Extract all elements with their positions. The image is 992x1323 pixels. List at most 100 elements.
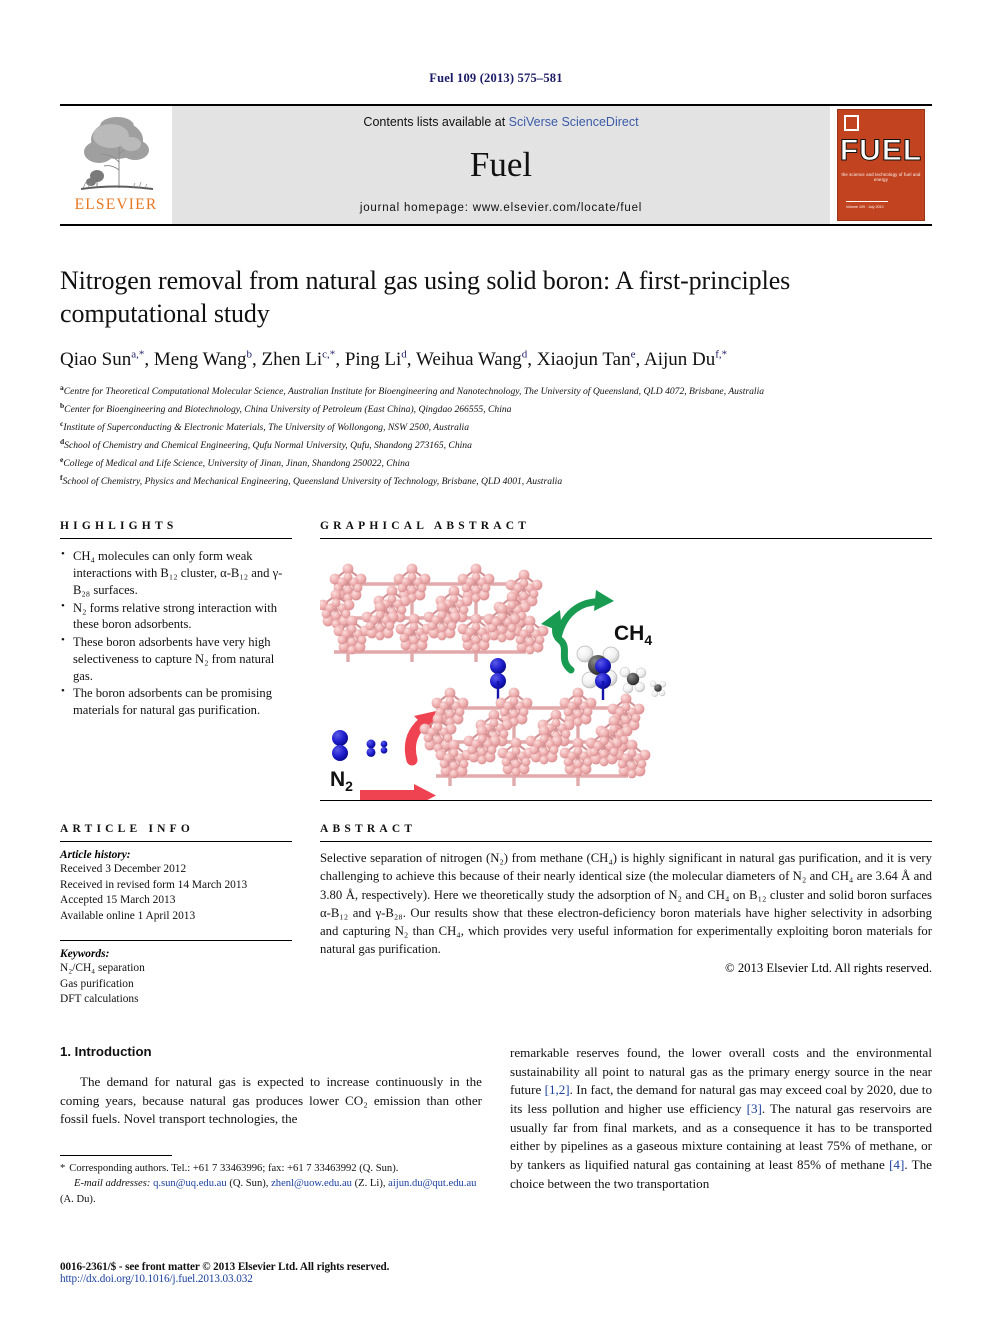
abstract-column: ABSTRACT Selective separation of nitroge…	[320, 823, 932, 1008]
highlight-item: N₂ forms relative strong interaction wit…	[61, 599, 292, 633]
sciencedirect-link[interactable]: SciVerse ScienceDirect	[509, 115, 639, 129]
author-name: Zhen Li	[261, 348, 323, 370]
journal-cover-block: FUEL the science and technology of fuel …	[830, 106, 932, 224]
n2-molecule-medium	[365, 739, 377, 759]
article-history-item: Accepted 15 March 2013	[60, 894, 176, 907]
cover-title: FUEL	[839, 134, 923, 167]
body-columns: 1. Introduction The demand for natural g…	[60, 1044, 932, 1207]
keyword-item: DFT calculations	[60, 993, 139, 1006]
journal-title: Fuel	[469, 145, 533, 184]
red-arrow-straight	[360, 784, 436, 801]
intro-paragraph-right: remarkable reserves found, the lower ove…	[510, 1044, 932, 1191]
title-block: Nitrogen removal from natural gas using …	[60, 226, 932, 490]
abstract-copyright: © 2013 Elsevier Ltd. All rights reserved…	[725, 960, 932, 975]
affiliation-item: dSchool of Chemistry and Chemical Engine…	[60, 437, 472, 452]
journal-masthead: ELSEVIER Contents lists available at Sci…	[60, 104, 932, 224]
footnote-corresponding-text: Corresponding authors. Tel.: +61 7 33463…	[69, 1162, 399, 1174]
elsevier-mini-icon	[844, 115, 859, 131]
abstract-text: Selective separation of nitrogen (N₂) fr…	[320, 851, 932, 956]
keywords-label: Keywords:	[60, 948, 110, 961]
graphical-abstract-bottom-rule	[320, 800, 932, 802]
journal-cover-image: FUEL the science and technology of fuel …	[837, 109, 925, 221]
affiliation-item: eCollege of Medical and Life Science, Un…	[60, 455, 410, 470]
upper-boron-slab	[320, 564, 548, 662]
keyword-item: N₂/CH₄ separation	[60, 962, 145, 975]
citation-link[interactable]: [3]	[747, 1101, 762, 1116]
highlight-item: The boron adsorbents can be promising ma…	[61, 684, 292, 718]
affiliation-item: cInstitute of Superconducting & Electron…	[60, 419, 470, 434]
ch4-molecule-medium	[619, 667, 647, 695]
elsevier-tree-icon	[81, 117, 153, 190]
author-name: Weihua Wang	[415, 348, 522, 370]
n2-label: N2	[330, 768, 353, 794]
email-link[interactable]: aijun.du@qut.edu.au	[388, 1178, 476, 1189]
article-history-list: Received 3 December 2012 Received in revi…	[60, 862, 292, 924]
highlight-item: These boron adsorbents have very high se…	[61, 633, 292, 684]
graphical-abstract-column: GRAPHICAL ABSTRACT CH4 N2	[320, 520, 932, 802]
author-affiliation-marker: a,*	[131, 348, 145, 361]
contents-available-line: Contents lists available at SciVerse Sci…	[363, 115, 638, 129]
boron-adsorption-illustration: CH4 N2	[320, 548, 667, 801]
highlights-column: HIGHLIGHTS CH₄ molecules can only form w…	[60, 520, 320, 801]
article-history-item: Received 3 December 2012	[60, 863, 187, 876]
author-name: Xiaojun Tan	[536, 348, 631, 370]
highlights-heading: HIGHLIGHTS	[60, 520, 178, 533]
article-info-heading: ARTICLE INFO	[60, 823, 195, 836]
section-title-introduction: 1. Introduction	[60, 1043, 152, 1059]
affiliation-list: aCentre for Theoretical Computational Mo…	[60, 382, 932, 490]
highlights-list: CH₄ molecules can only form weak interac…	[60, 547, 292, 718]
author-name: Meng Wang	[153, 348, 247, 370]
article-history-item: Available online 1 April 2013	[60, 909, 196, 922]
author-affiliation-marker: b	[246, 348, 252, 361]
article-history-item: Received in revised form 14 March 2013	[60, 878, 248, 891]
graphical-abstract-heading: GRAPHICAL ABSTRACT	[320, 520, 531, 533]
graphical-abstract-figure: CH4 N2	[320, 548, 932, 801]
footnote-asterisk: *	[60, 1162, 66, 1174]
author-name: Ping Li	[344, 348, 402, 370]
journal-banner: Contents lists available at SciVerse Sci…	[172, 106, 830, 224]
ch4-molecule-small	[649, 680, 667, 698]
n2-molecule-small	[380, 740, 388, 755]
doi-link[interactable]: http://dx.doi.org/10.1016/j.fuel.2013.03…	[60, 1273, 500, 1285]
page-title: Nitrogen removal from natural gas using …	[60, 266, 791, 329]
elsevier-logo: ELSEVIER	[60, 106, 172, 224]
affiliation-item: aCentre for Theoretical Computational Mo…	[60, 383, 765, 398]
article-history-label: Article history:	[60, 849, 131, 862]
elsevier-wordmark: ELSEVIER	[74, 196, 158, 213]
graphical-abstract-rule	[320, 538, 932, 540]
contents-prefix: Contents lists available at	[363, 115, 509, 129]
info-abstract-band: ARTICLE INFO Article history: Received 3…	[60, 823, 932, 1008]
issn-copyright-line: 0016-2361/$ - see front matter © 2013 El…	[60, 1261, 390, 1273]
ch4-label: CH4	[614, 622, 652, 648]
author-name: Aijun Du	[643, 348, 716, 370]
email-link[interactable]: q.sun@uq.edu.au	[153, 1178, 227, 1189]
keywords-list: N₂/CH₄ separation Gas purification DFT cal…	[60, 961, 292, 1008]
article-info-column: ARTICLE INFO Article history: Received 3…	[60, 823, 320, 1008]
keyword-item: Gas purification	[60, 977, 134, 990]
body-column-left: 1. Introduction The demand for natural g…	[60, 1044, 482, 1207]
footnote-email-label: E-mail addresses:	[74, 1178, 151, 1190]
citation-link[interactable]: [4]	[889, 1157, 904, 1172]
n2-molecule-large	[330, 728, 350, 763]
footnote-corresponding-line: * Corresponding authors. Tel.: +61 7 3346…	[60, 1161, 482, 1176]
author-affiliation-marker: c,*	[322, 348, 336, 361]
page-footer: 0016-2361/$ - see front matter © 2013 El…	[60, 1261, 500, 1285]
article-page: Fuel 109 (2013) 575–581 ELSEVIER Content…	[0, 0, 992, 1323]
body-column-right: remarkable reserves found, the lower ove…	[510, 1044, 932, 1207]
author-affiliation-marker: e	[630, 348, 636, 361]
affiliation-item: bCenter for Bioengineering and Biotechno…	[60, 401, 512, 416]
highlights-rule	[60, 538, 292, 540]
article-info-rule	[60, 841, 292, 843]
green-arrow-up	[554, 590, 614, 642]
running-head: Fuel 109 (2013) 575–581	[429, 71, 563, 85]
affiliation-item: fSchool of Chemistry, Physics and Mechan…	[60, 473, 563, 488]
journal-homepage-link[interactable]: journal homepage: www.elsevier.com/locat…	[360, 202, 642, 214]
citation-link[interactable]: [1,2]	[545, 1082, 570, 1097]
intro-paragraph-left: The demand for natural gas is expected t…	[60, 1073, 482, 1127]
abstract-rule	[320, 841, 932, 843]
author-affiliation-marker: f,*	[715, 348, 728, 361]
keywords-rule	[60, 940, 292, 942]
email-link[interactable]: zhenl@uow.edu.au	[271, 1178, 352, 1189]
author-name: Qiao Sun	[60, 348, 132, 370]
